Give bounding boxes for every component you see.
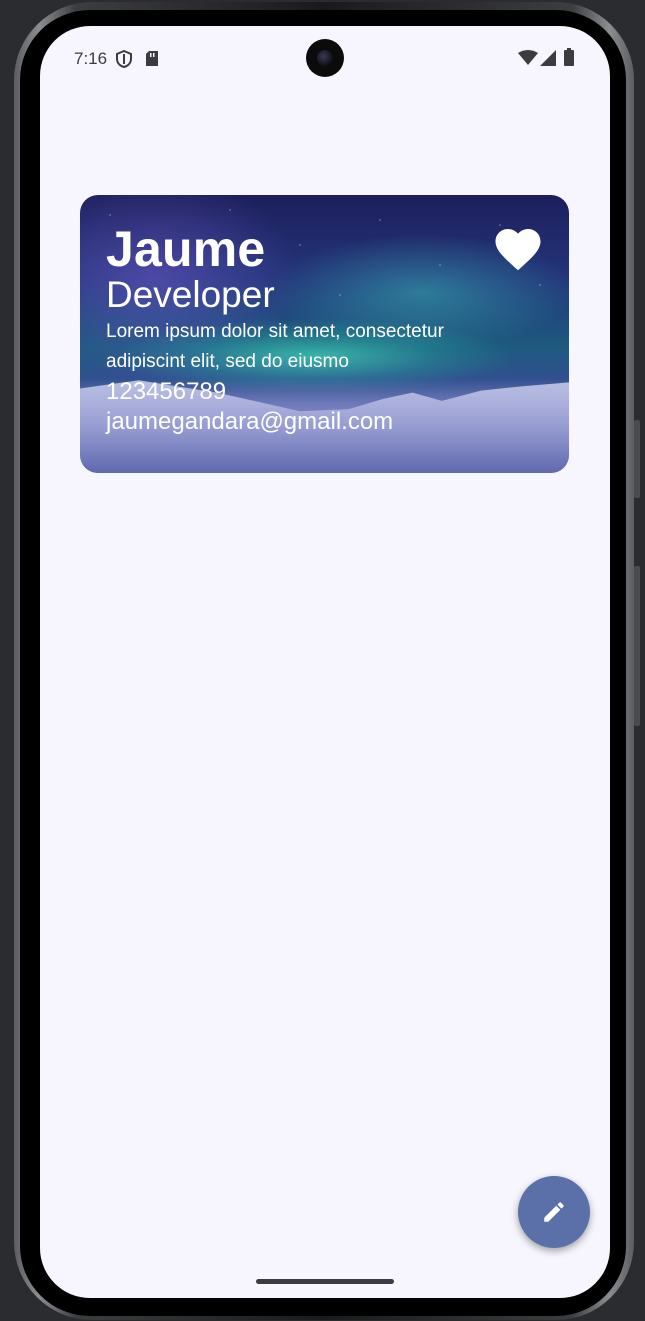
battery-icon — [564, 48, 574, 66]
app-screen: 7:16 Jaume Developer Lorem ipsum dolor s… — [40, 26, 610, 1298]
profile-name: Jaume — [106, 221, 266, 277]
card-content: Jaume Developer Lorem ipsum dolor sit am… — [106, 221, 549, 437]
edit-button[interactable] — [518, 1176, 590, 1248]
profile-phone: 123456789 — [106, 378, 227, 405]
shield-icon — [116, 50, 132, 68]
heart-icon[interactable] — [491, 222, 545, 272]
profile-card: Jaume Developer Lorem ipsum dolor sit am… — [80, 195, 569, 473]
status-bar: 7:16 — [40, 26, 610, 90]
pencil-icon — [544, 1202, 564, 1222]
front-camera — [306, 39, 344, 77]
home-indicator[interactable] — [256, 1279, 394, 1284]
power-button — [634, 566, 640, 726]
sd-card-icon — [146, 51, 158, 66]
profile-role: Developer — [106, 274, 275, 315]
status-time: 7:16 — [74, 49, 108, 68]
profile-description: Lorem ipsum dolor sit amet, consectetur … — [106, 321, 444, 372]
cell-signal-icon — [540, 50, 556, 66]
volume-button — [634, 420, 640, 498]
wifi-icon — [518, 50, 538, 65]
profile-email: jaumegandara@gmail.com — [106, 408, 394, 435]
